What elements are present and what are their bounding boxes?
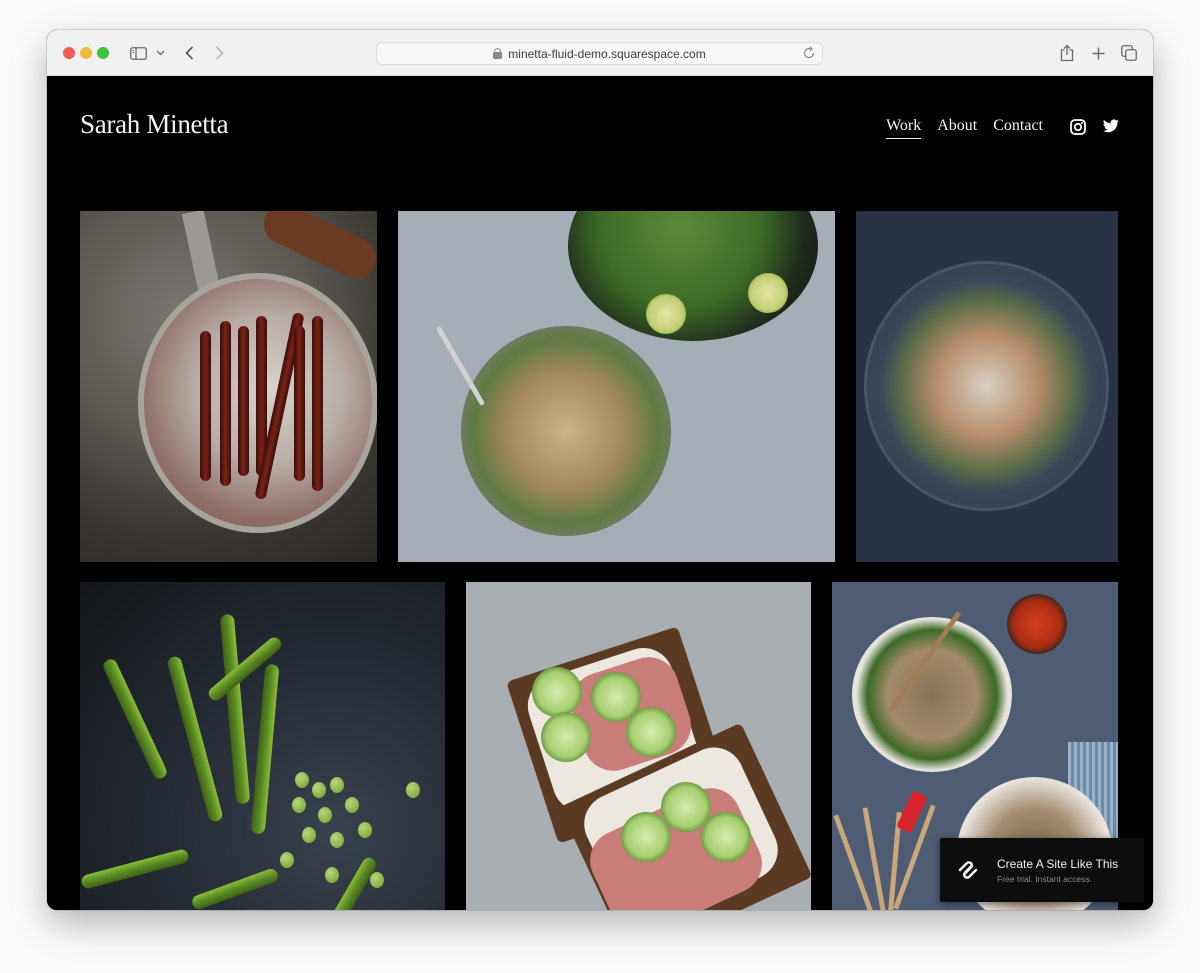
photo-detail: [1007, 594, 1067, 654]
chevron-down-icon[interactable]: [154, 43, 166, 63]
photo-detail: [358, 822, 372, 838]
photo-detail: [294, 326, 305, 481]
photo-detail: [532, 667, 582, 717]
gallery-photo-fava-beans[interactable]: [80, 582, 445, 910]
photo-detail: [748, 273, 788, 313]
gallery-photo-pho[interactable]: [398, 211, 835, 562]
photo-detail: [406, 782, 420, 798]
photo-detail: [280, 852, 294, 868]
squarespace-logo-icon: [957, 859, 979, 881]
photo-detail: [312, 782, 326, 798]
photo-detail: [864, 261, 1109, 511]
photo-detail: [461, 326, 671, 536]
gallery-photo-carrots[interactable]: [80, 211, 377, 562]
browser-toolbar: minetta-fluid-demo.squarespace.com: [47, 30, 1153, 76]
address-bar[interactable]: minetta-fluid-demo.squarespace.com: [376, 42, 823, 65]
chevron-right-icon: [215, 46, 224, 60]
web-page: Sarah Minetta Work About Contact Create …: [47, 76, 1153, 910]
photo-detail: [238, 326, 249, 476]
photo-detail: [330, 777, 344, 793]
instagram-icon[interactable]: [1070, 119, 1086, 135]
photo-detail: [330, 832, 344, 848]
photo-detail: [646, 294, 686, 334]
photo-detail: [626, 707, 676, 757]
cta-title: Create A Site Like This: [997, 856, 1119, 871]
gallery-photo-seafood-pasta[interactable]: [856, 211, 1118, 562]
photo-detail: [370, 872, 384, 888]
photo-detail: [166, 655, 224, 823]
photo-detail: [101, 657, 169, 781]
lock-icon: [493, 48, 503, 59]
nav-work[interactable]: Work: [886, 117, 922, 139]
nav-contact[interactable]: Contact: [993, 117, 1043, 139]
photo-detail: [220, 321, 231, 486]
gallery-photo-sandwiches[interactable]: [466, 582, 811, 910]
photo-detail: [345, 797, 359, 813]
sidebar-icon[interactable]: [129, 43, 147, 63]
forward-button[interactable]: [211, 43, 227, 63]
photo-detail: [292, 797, 306, 813]
share-icon[interactable]: [1058, 43, 1076, 63]
photo-detail: [190, 867, 280, 910]
photo-detail: [181, 211, 221, 293]
photo-detail: [852, 617, 1012, 772]
photo-detail: [701, 812, 751, 862]
photo-detail: [200, 331, 211, 481]
chevron-left-icon: [184, 46, 193, 60]
photo-detail: [568, 211, 818, 341]
url-text[interactable]: minetta-fluid-demo.squarespace.com: [508, 47, 705, 61]
browser-window: minetta-fluid-demo.squarespace.com Sarah…: [47, 30, 1153, 910]
cta-subtitle: Free trial. Instant access.: [997, 873, 1092, 884]
twitter-icon[interactable]: [1103, 119, 1119, 135]
photo-detail: [325, 867, 339, 883]
create-site-cta[interactable]: Create A Site Like This Free trial. Inst…: [940, 838, 1144, 902]
photo-detail: [318, 807, 332, 823]
close-window-button[interactable]: [63, 47, 75, 59]
photo-detail: [295, 772, 309, 788]
tabs-overview-icon[interactable]: [1120, 43, 1138, 63]
photo-detail: [302, 827, 316, 843]
photo-detail: [541, 712, 591, 762]
photo-detail: [219, 613, 251, 805]
minimize-window-button[interactable]: [80, 47, 92, 59]
photo-detail: [435, 325, 486, 407]
back-button[interactable]: [181, 43, 197, 63]
photo-detail: [250, 663, 280, 835]
photo-detail: [312, 316, 323, 491]
zoom-window-button[interactable]: [97, 47, 109, 59]
main-nav: Work About Contact: [886, 117, 1043, 139]
nav-about[interactable]: About: [937, 117, 977, 139]
reload-icon[interactable]: [802, 46, 816, 60]
plus-icon[interactable]: [1089, 43, 1107, 63]
site-title[interactable]: Sarah Minetta: [80, 109, 229, 140]
photo-detail: [80, 848, 190, 890]
photo-detail: [621, 812, 671, 862]
